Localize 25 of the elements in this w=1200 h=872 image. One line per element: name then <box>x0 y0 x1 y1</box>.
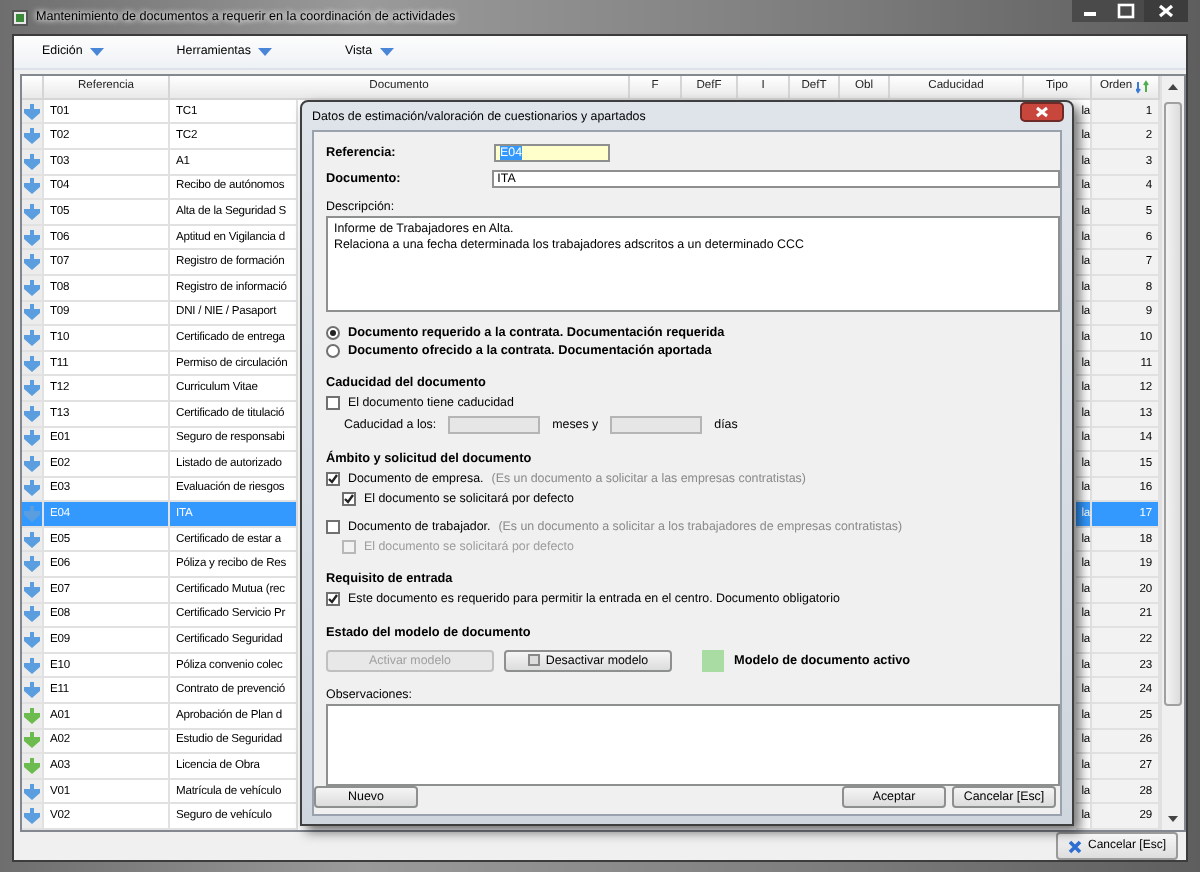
sort-icon <box>1136 79 1151 94</box>
status-indicator <box>702 649 724 672</box>
caret-icon <box>90 47 105 56</box>
close-button[interactable] <box>1144 0 1188 22</box>
months-field[interactable] <box>448 415 541 434</box>
scroll-up-icon <box>1168 83 1178 90</box>
scroll-down-icon <box>1168 816 1178 822</box>
close-icon <box>1067 839 1082 853</box>
checkbox[interactable] <box>326 519 340 534</box>
checkbox[interactable] <box>326 471 340 486</box>
stop-icon <box>527 654 540 667</box>
caret-icon <box>380 47 395 56</box>
checkbox[interactable] <box>342 491 356 506</box>
minimize-button[interactable] <box>1072 0 1108 22</box>
app-icon <box>12 9 28 25</box>
scrollbar-thumb[interactable] <box>1164 101 1182 706</box>
observations-field[interactable] <box>326 703 1060 787</box>
checkbox[interactable] <box>326 396 340 411</box>
radio-button[interactable] <box>326 344 340 359</box>
close-button[interactable] <box>1020 102 1064 122</box>
caret-icon <box>258 47 273 56</box>
maximize-button[interactable] <box>1108 0 1144 22</box>
checkbox[interactable] <box>326 592 340 607</box>
days-field[interactable] <box>610 415 703 434</box>
radio-button[interactable] <box>326 326 340 341</box>
